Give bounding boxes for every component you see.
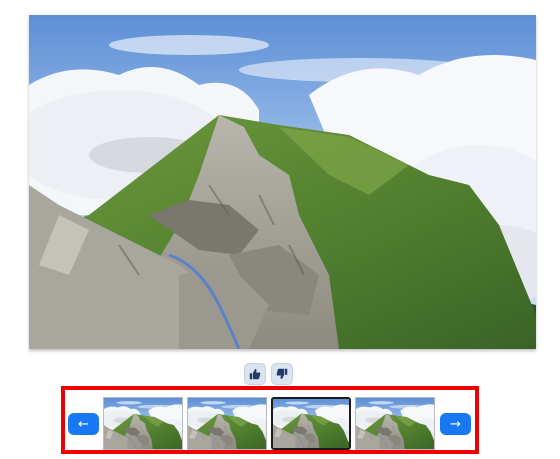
thumbnail-2[interactable]: [187, 397, 267, 450]
dislike-button[interactable]: [271, 363, 293, 385]
mountain-ridge-thumbnail: [273, 399, 349, 448]
next-button[interactable]: →: [440, 413, 471, 435]
thumbnail-strip: ← →: [61, 386, 479, 454]
thumbnail-1[interactable]: [103, 397, 183, 450]
thumbnail-3-selected[interactable]: [271, 397, 351, 450]
main-image: [29, 15, 536, 349]
mountain-ridge-thumbnail: [188, 398, 266, 449]
mountain-ridge-thumbnail: [356, 398, 434, 449]
previous-button[interactable]: ←: [68, 413, 99, 435]
like-button[interactable]: [244, 363, 266, 385]
vote-controls: [244, 363, 293, 385]
mountain-ridge-thumbnail: [104, 398, 182, 449]
arrow-right-icon: →: [450, 416, 461, 432]
thumbnail-4[interactable]: [355, 397, 435, 450]
mountain-ridge-photo: [29, 15, 536, 349]
thumbs-up-icon: [249, 369, 261, 380]
arrow-left-icon: ←: [78, 416, 89, 432]
image-gallery: ← →: [0, 0, 560, 459]
thumbnail-list: [103, 397, 435, 450]
thumbs-down-icon: [276, 368, 288, 379]
